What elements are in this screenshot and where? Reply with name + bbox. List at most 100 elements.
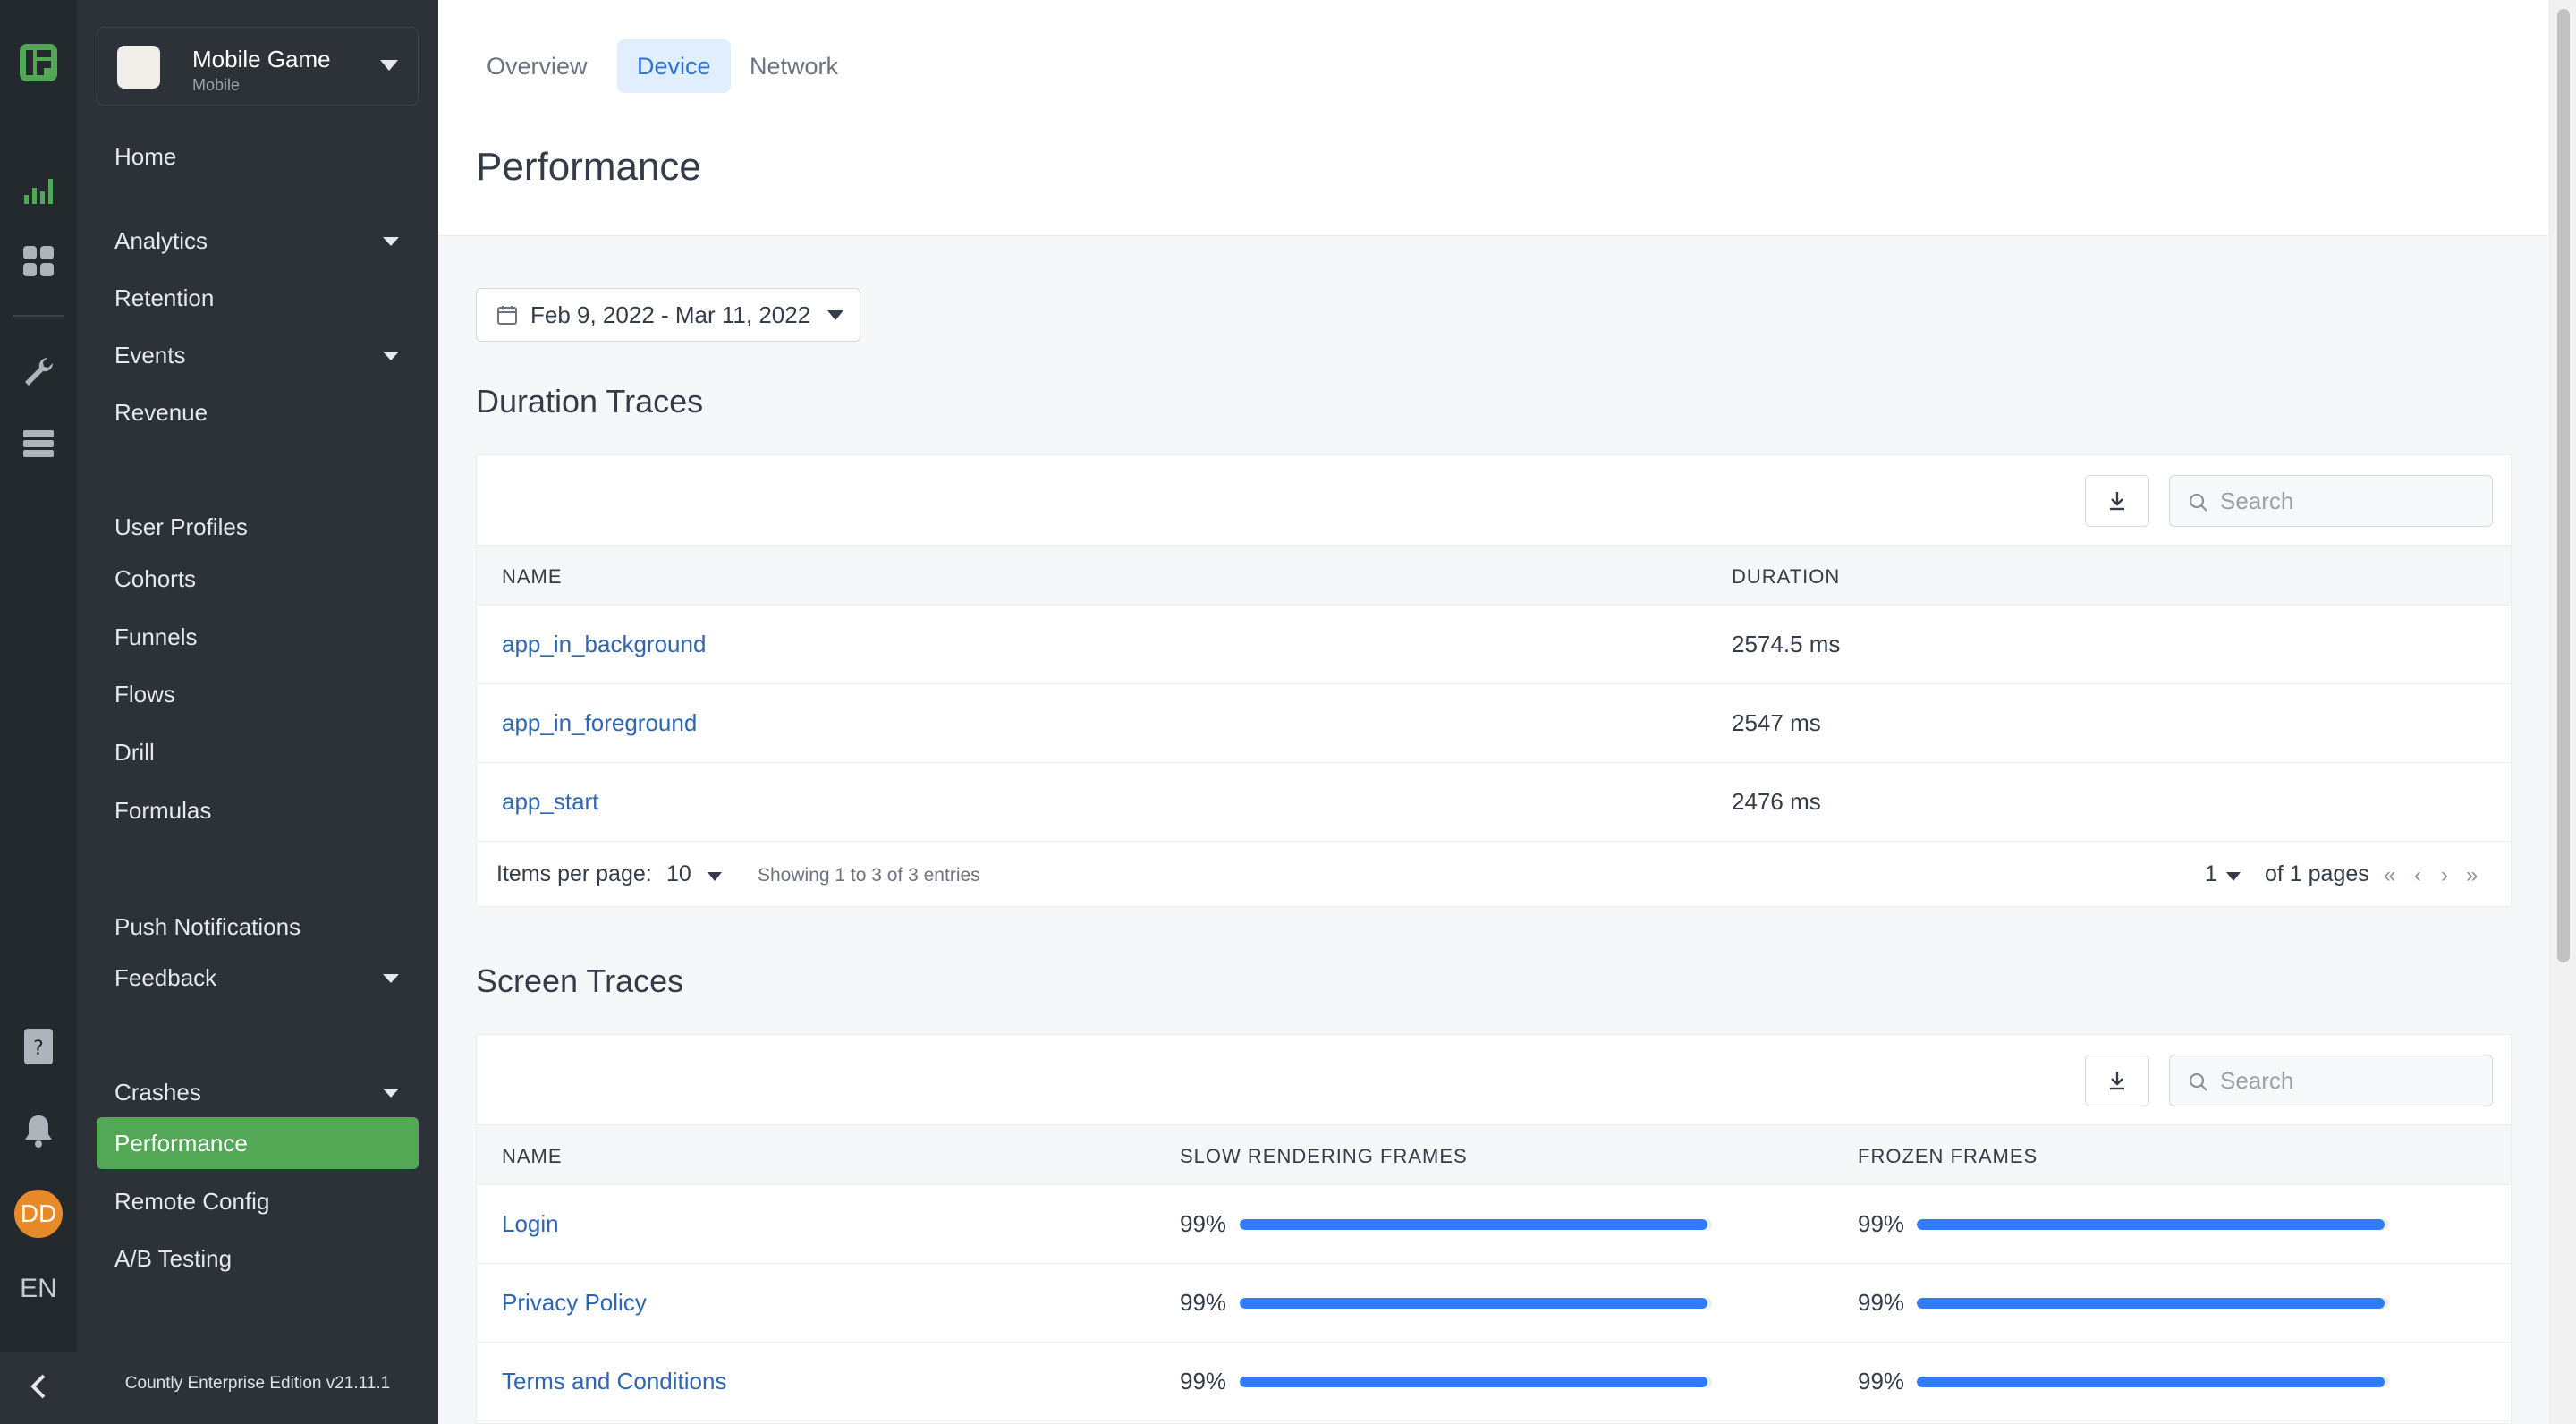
user-avatar[interactable]: DD: [14, 1190, 63, 1238]
first-page-icon[interactable]: «: [2384, 863, 2395, 888]
sidebar-item-drill[interactable]: Drill: [97, 726, 419, 778]
table-row[interactable]: app_in_foreground 2547 ms: [477, 684, 2511, 763]
search-input[interactable]: Search: [2169, 1055, 2493, 1106]
page-scrollbar[interactable]: [2549, 0, 2576, 1424]
frozen-frames-value: 99%: [1858, 1210, 1905, 1237]
rail-divider: [13, 315, 64, 317]
column-header-slow-rendering[interactable]: SLOW RENDERING FRAMES: [1180, 1145, 1468, 1168]
column-header-frozen-frames[interactable]: FROZEN FRAMES: [1858, 1145, 2038, 1168]
tab-overview[interactable]: Overview: [467, 39, 607, 93]
sidebar: Mobile Game Mobile Home Analytics Retent…: [77, 0, 438, 1424]
sidebar-item-flows[interactable]: Flows: [97, 668, 419, 720]
search-placeholder: Search: [2220, 487, 2294, 514]
slow-rendering-value: 99%: [1180, 1210, 1227, 1237]
sidebar-item-remote-config[interactable]: Remote Config: [97, 1175, 419, 1227]
chevron-down-icon: [708, 872, 722, 881]
sidebar-item-revenue[interactable]: Revenue: [97, 386, 419, 438]
frozen-frames-value: 99%: [1858, 1368, 1905, 1394]
screen-name-link[interactable]: Privacy Policy: [502, 1289, 647, 1317]
table-row[interactable]: Terms and Conditions 99% 99%: [477, 1343, 2511, 1421]
last-page-icon[interactable]: »: [2466, 863, 2478, 888]
slow-rendering-value: 99%: [1180, 1368, 1227, 1394]
sidebar-item-performance[interactable]: Performance: [97, 1117, 419, 1169]
chevron-down-icon: [383, 237, 399, 246]
chevron-down-icon: [827, 310, 843, 320]
next-page-icon[interactable]: ›: [2441, 863, 2448, 888]
date-range-picker[interactable]: Feb 9, 2022 - Mar 11, 2022: [476, 288, 860, 342]
previous-page-icon[interactable]: ‹: [2414, 863, 2421, 888]
sidebar-item-user-profiles[interactable]: User Profiles: [97, 501, 419, 553]
chevron-down-icon: [383, 352, 399, 360]
trace-name-link[interactable]: app_start: [502, 788, 598, 816]
sidebar-item-crashes[interactable]: Crashes: [97, 1066, 419, 1118]
frozen-frames-bar: [1917, 1219, 2389, 1230]
column-header-duration[interactable]: DURATION: [1732, 565, 1840, 589]
trace-name-link[interactable]: app_in_foreground: [502, 709, 697, 737]
download-button[interactable]: [2085, 1055, 2149, 1106]
sidebar-item-push-notifications[interactable]: Push Notifications: [97, 901, 419, 953]
server-icon[interactable]: [17, 422, 60, 465]
scrollbar-thumb[interactable]: [2557, 9, 2570, 962]
slow-rendering-bar: [1240, 1377, 1712, 1387]
app-thumbnail: [117, 46, 160, 89]
bell-icon[interactable]: [17, 1109, 60, 1152]
sidebar-item-home[interactable]: Home: [97, 131, 419, 182]
table-toolbar: Search: [477, 1035, 2511, 1124]
download-icon: [2107, 490, 2127, 512]
sidebar-collapse-button[interactable]: [0, 1352, 77, 1424]
slow-rendering-bar: [1240, 1298, 1712, 1309]
chevron-down-icon: [380, 60, 398, 71]
download-button[interactable]: [2085, 475, 2149, 527]
language-switcher[interactable]: EN: [0, 1274, 77, 1304]
sidebar-item-retention[interactable]: Retention: [97, 272, 419, 324]
table-row[interactable]: Privacy Policy 99% 99%: [477, 1264, 2511, 1343]
sidebar-item-ab-testing[interactable]: A/B Testing: [97, 1233, 419, 1284]
sidebar-item-feedback[interactable]: Feedback: [97, 952, 419, 1004]
screen-name-link[interactable]: Login: [502, 1210, 559, 1238]
analytics-chart-icon[interactable]: [17, 168, 60, 211]
help-book-icon[interactable]: ?: [17, 1025, 60, 1068]
sidebar-item-formulas[interactable]: Formulas: [97, 784, 419, 836]
trace-duration: 2574.5 ms: [1732, 631, 1841, 657]
sidebar-item-events[interactable]: Events: [97, 329, 419, 381]
tab-device[interactable]: Device: [617, 39, 731, 93]
tab-network[interactable]: Network: [730, 39, 858, 93]
search-input[interactable]: Search: [2169, 475, 2493, 527]
frozen-frames-bar: [1917, 1377, 2389, 1387]
search-icon: [2189, 1072, 2207, 1091]
table-row[interactable]: app_in_background 2574.5 ms: [477, 606, 2511, 684]
screen-name-link[interactable]: Terms and Conditions: [502, 1368, 726, 1395]
svg-text:?: ?: [33, 1038, 44, 1060]
duration-traces-table: Search NAME DURATION app_in_background 2…: [476, 454, 2512, 907]
table-header: NAME DURATION: [477, 545, 2511, 606]
screen-traces-table: Search NAME SLOW RENDERING FRAMES FROZEN…: [476, 1034, 2512, 1424]
sidebar-item-funnels[interactable]: Funnels: [97, 611, 419, 663]
items-per-page-select[interactable]: 10: [666, 861, 691, 887]
trace-name-link[interactable]: app_in_background: [502, 631, 706, 658]
page-total: of 1 pages: [2265, 861, 2369, 886]
screen-traces-title: Screen Traces: [476, 962, 684, 999]
column-header-name[interactable]: NAME: [502, 565, 563, 589]
table-row[interactable]: Login 99% 99%: [477, 1185, 2511, 1264]
column-header-name[interactable]: NAME: [502, 1145, 563, 1168]
search-placeholder: Search: [2220, 1066, 2294, 1094]
calendar-icon: [496, 304, 518, 326]
slow-rendering-value: 99%: [1180, 1289, 1227, 1316]
page-title: Performance: [476, 145, 701, 189]
countly-logo-icon[interactable]: [17, 41, 60, 84]
chevron-down-icon: [383, 1089, 399, 1098]
table-row[interactable]: app_start 2476 ms: [477, 763, 2511, 842]
page-select[interactable]: 1: [2205, 861, 2217, 887]
icon-rail: ? DD EN: [0, 0, 77, 1424]
table-footer: Items per page: 10 Showing 1 to 3 of 3 e…: [477, 842, 2511, 908]
trace-duration: 2476 ms: [1732, 788, 1821, 815]
app-switcher[interactable]: Mobile Game Mobile: [97, 27, 419, 106]
sidebar-item-analytics[interactable]: Analytics: [97, 215, 419, 267]
dashboard-grid-icon[interactable]: [17, 240, 60, 283]
sidebar-item-cohorts[interactable]: Cohorts: [97, 553, 419, 605]
items-per-page-label: Items per page:: [496, 861, 652, 886]
app-name: Mobile Game: [192, 46, 331, 72]
search-icon: [2189, 493, 2207, 512]
table-header: NAME SLOW RENDERING FRAMES FROZEN FRAMES: [477, 1124, 2511, 1185]
wrench-icon[interactable]: [17, 351, 60, 394]
